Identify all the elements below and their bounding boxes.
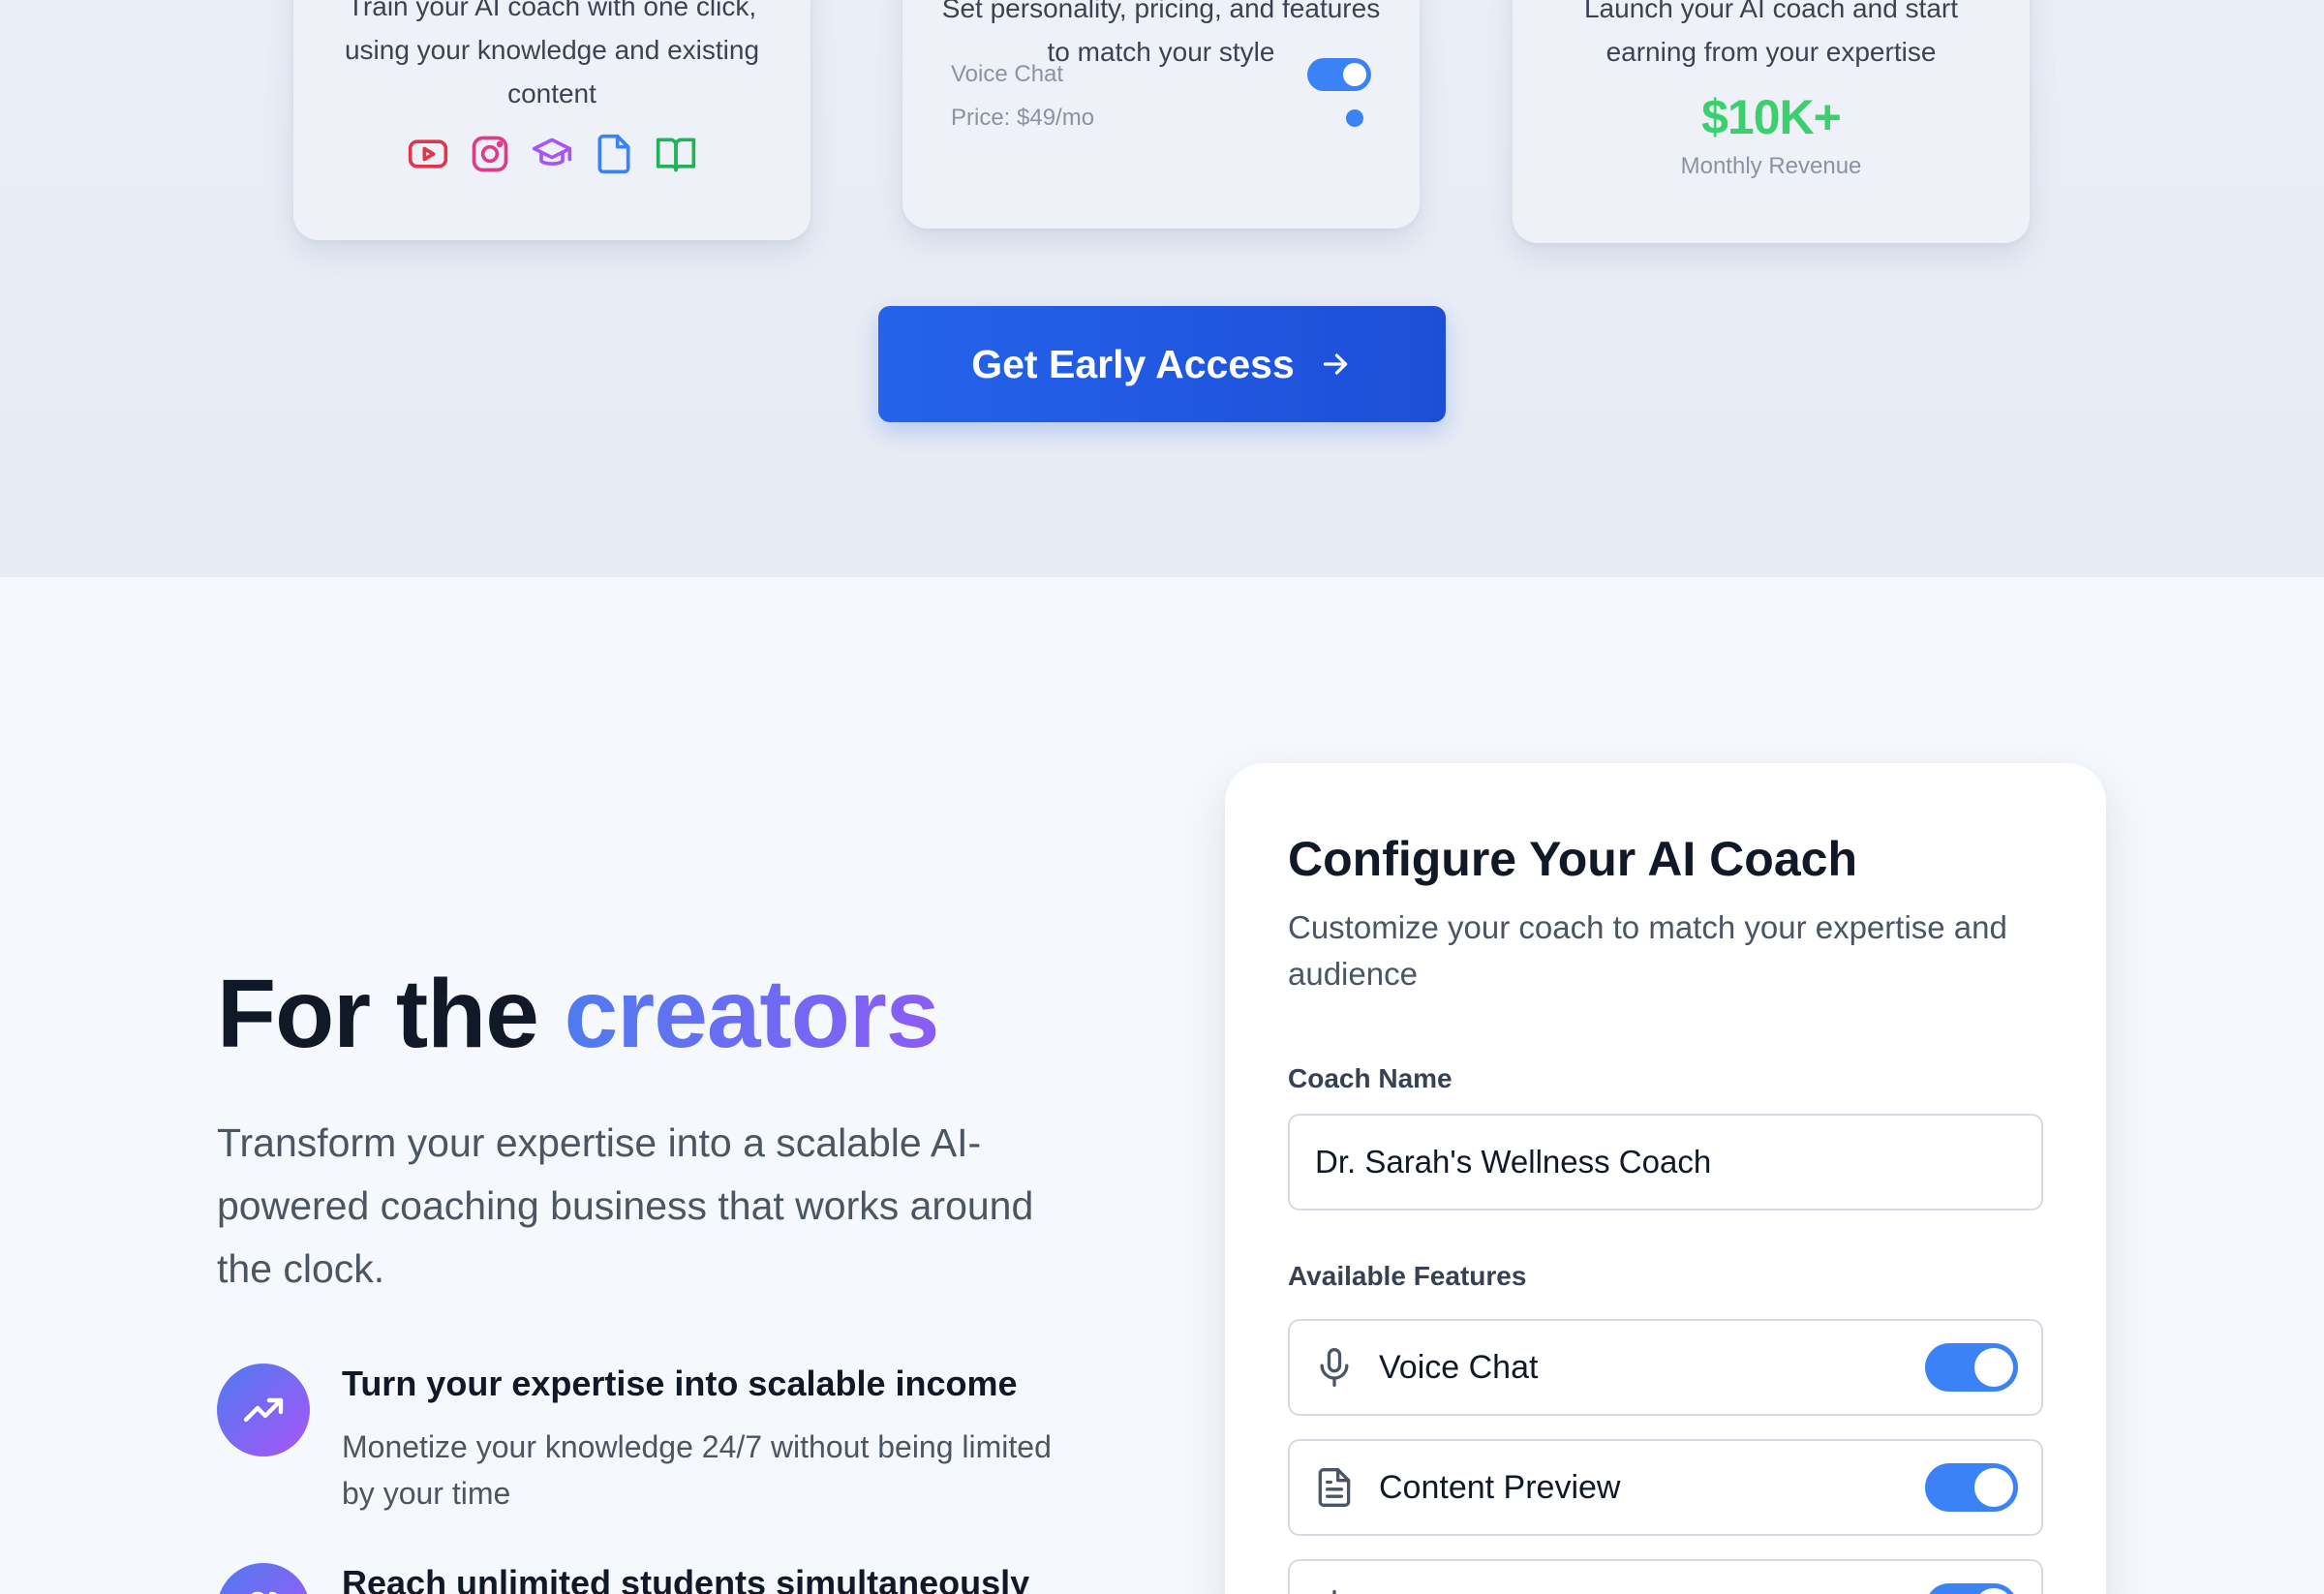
available-features-label: Available Features	[1288, 1261, 1527, 1291]
feature-row-third	[1288, 1559, 2043, 1594]
benefit-icon-badge	[217, 1364, 310, 1456]
benefit-title: Reach unlimited students simultaneously	[342, 1563, 1030, 1594]
get-early-access-button[interactable]: Get Early Access	[878, 306, 1446, 422]
benefit-title: Turn your expertise into scalable income	[342, 1364, 1018, 1403]
panel-title: Configure Your AI Coach	[1288, 832, 1857, 886]
mini-feature-voice-chat: Voice Chat	[951, 58, 1371, 91]
heading-accent: creators	[564, 960, 940, 1068]
step-description: Launch your AI coach and start earning f…	[1583, 0, 1959, 67]
feature-label: Content Preview	[1379, 1468, 1621, 1506]
revenue-label: Monthly Revenue	[1680, 153, 1862, 179]
how-it-works-section: Train your AI coach with one click, usin…	[0, 0, 2324, 577]
book-icon	[656, 138, 696, 172]
document-icon	[1318, 1468, 1351, 1507]
document-icon	[597, 134, 630, 174]
trending-up-icon	[243, 1397, 284, 1423]
feature-label: Voice Chat	[1379, 1348, 1539, 1386]
heading-prefix: For the	[217, 960, 539, 1068]
content-preview-toggle[interactable]	[1925, 1463, 2018, 1512]
coach-name-input[interactable]	[1288, 1114, 2043, 1211]
voice-chat-toggle[interactable]	[1925, 1343, 2018, 1392]
mini-price-label: Price: $49/mo	[951, 105, 1095, 131]
benefit-description: Monetize your knowledge 24/7 without bei…	[342, 1429, 1052, 1511]
mini-voice-chat-toggle[interactable]	[1307, 58, 1371, 91]
cta-label: Get Early Access	[971, 341, 1295, 386]
microphone-icon	[1320, 1348, 1349, 1387]
youtube-icon	[408, 139, 448, 169]
coach-name-label: Coach Name	[1288, 1063, 1452, 1093]
arrow-right-icon	[1323, 353, 1347, 375]
graduation-cap-icon	[532, 138, 572, 166]
third-feature-toggle[interactable]	[1925, 1583, 2018, 1594]
feature-row-voice-chat: Voice Chat	[1288, 1319, 2043, 1416]
content-source-icons	[293, 133, 810, 175]
feature-row-content-preview: Content Preview	[1288, 1439, 2043, 1536]
step-description: Train your AI coach with one click, usin…	[344, 0, 760, 108]
panel-subtitle: Customize your coach to match your exper…	[1288, 909, 2007, 992]
feature-icon	[1332, 1589, 1336, 1594]
step-card-launch: Launch your AI coach and start earning f…	[1513, 0, 2030, 243]
instagram-icon	[472, 136, 508, 172]
step-card-train: Train your AI coach with one click, usin…	[293, 0, 810, 240]
mini-feature-label: Voice Chat	[951, 61, 1064, 87]
step-card-customize: Set personality, pricing, and features t…	[902, 0, 1420, 229]
mini-feature-price: Price: $49/mo	[951, 105, 1371, 132]
creators-subtitle: Transform your expertise into a scalable…	[217, 1120, 1034, 1291]
configure-coach-panel: Configure Your AI Coach Customize your c…	[1225, 763, 2106, 1594]
price-indicator-dot	[1346, 109, 1363, 127]
benefit-icon-badge	[217, 1563, 310, 1594]
users-icon	[251, 1591, 278, 1594]
revenue-value: $10K+	[1701, 90, 1842, 144]
creators-heading: For the creators	[217, 959, 940, 1070]
